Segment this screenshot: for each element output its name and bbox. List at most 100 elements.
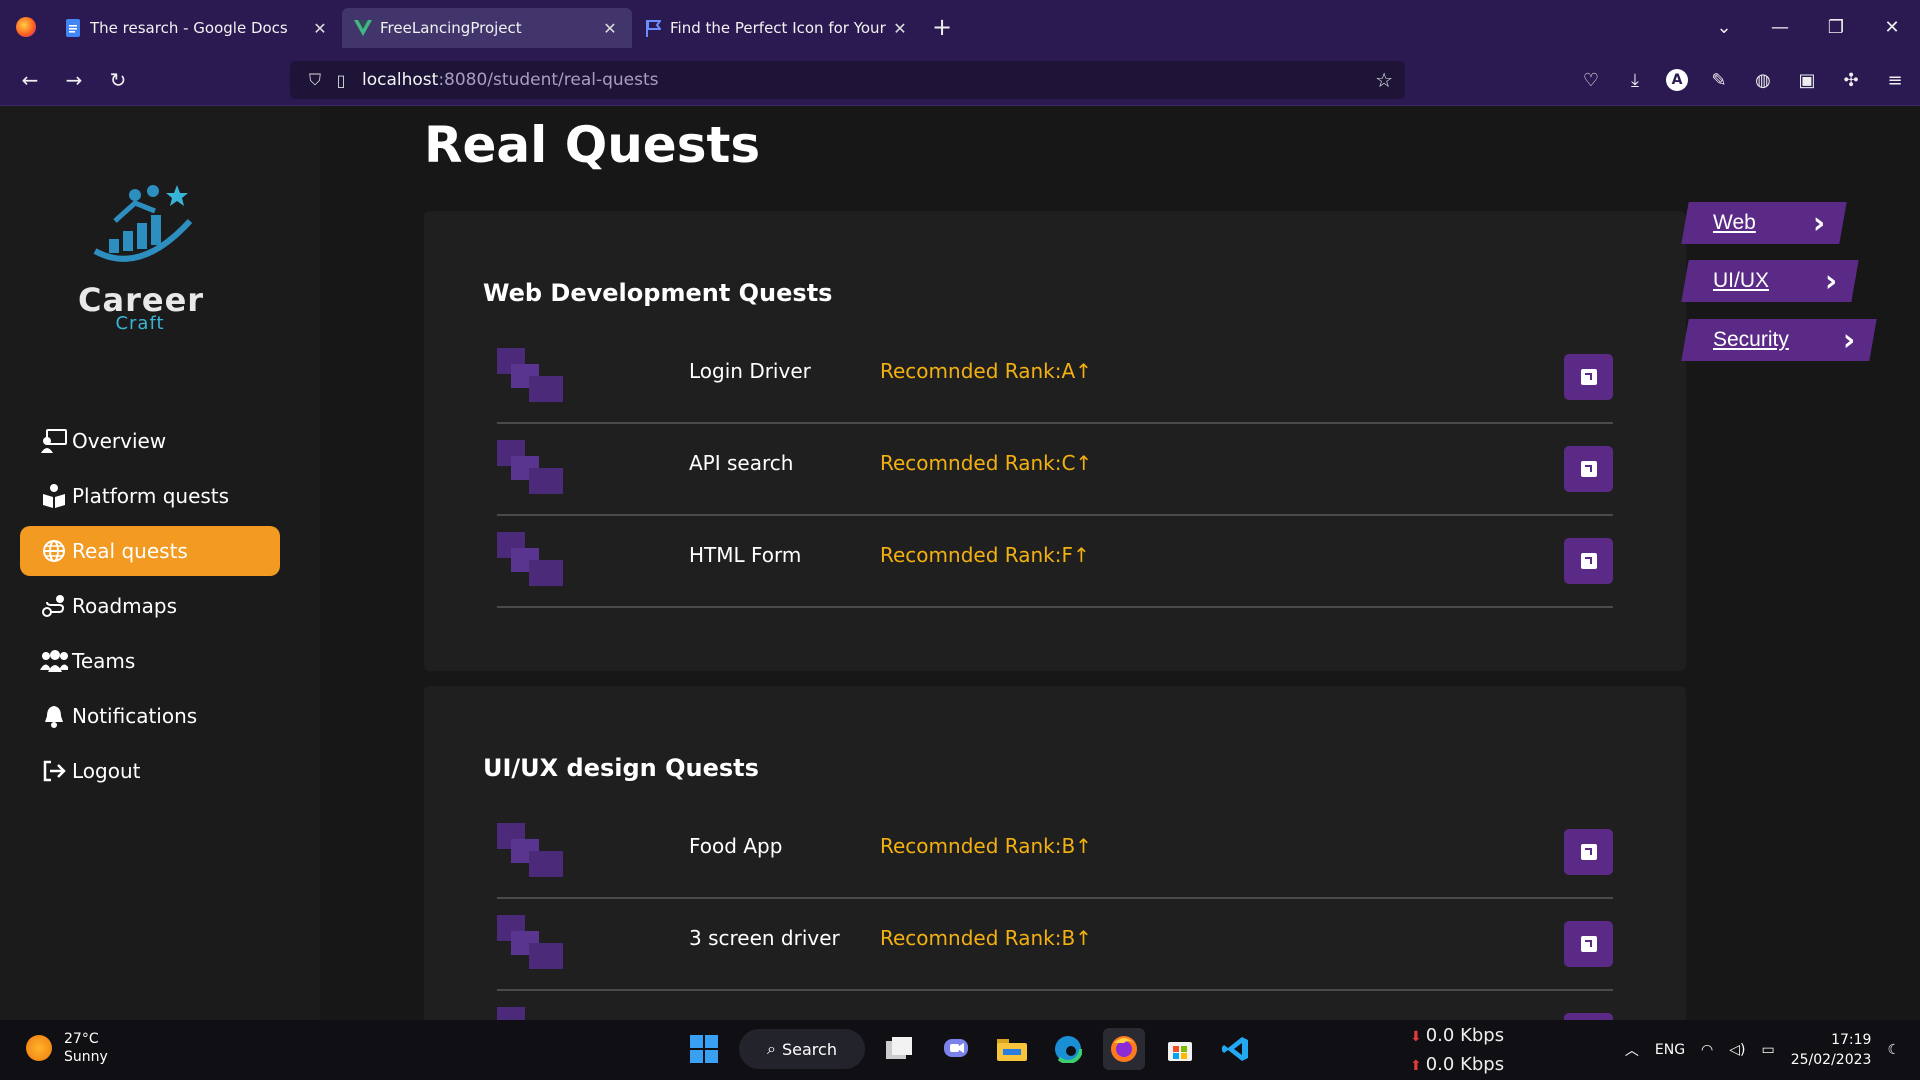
- download-icon[interactable]: ⤓: [1622, 67, 1648, 93]
- quest-name: Login Driver: [689, 359, 811, 383]
- reload-icon[interactable]: ↻: [96, 68, 140, 92]
- windows-taskbar: 27°C Sunny ⌕ Search ⬇ 0.0 Kbps ⬆ 0.0 Kbp…: [0, 1020, 1920, 1080]
- tab-google-docs[interactable]: The resarch - Google Docs ✕: [52, 8, 342, 48]
- pocket-icon[interactable]: ♡: [1578, 67, 1604, 93]
- color-picker-icon[interactable]: ✎: [1706, 67, 1732, 93]
- filter-security[interactable]: Security ›: [1681, 319, 1877, 361]
- wifi-icon[interactable]: ◠: [1701, 1042, 1713, 1058]
- upload-arrow-icon: ⬇: [1410, 1029, 1422, 1045]
- sidebar-item-label: Notifications: [72, 704, 198, 728]
- logo-graphic: [93, 185, 193, 262]
- section-card-uiux: UI/UX design Quests Food App Recomnded R…: [424, 686, 1686, 1020]
- weather-condition: Sunny: [64, 1049, 108, 1065]
- logout-icon: [40, 757, 68, 785]
- todo-extension-icon[interactable]: ▣: [1794, 67, 1820, 93]
- shield-icon[interactable]: ⛉: [302, 70, 328, 90]
- microsoft-store-icon[interactable]: [1159, 1028, 1201, 1070]
- firefox-menu-icon[interactable]: [0, 0, 52, 54]
- minimize-button[interactable]: —: [1752, 17, 1808, 38]
- open-quest-button[interactable]: [1564, 1013, 1613, 1020]
- network-speed: ⬇ 0.0 Kbps ⬆ 0.0 Kbps: [1410, 1022, 1504, 1080]
- account-avatar[interactable]: A: [1666, 69, 1688, 91]
- open-quest-button[interactable]: [1564, 829, 1613, 875]
- section-heading: UI/UX design Quests: [483, 754, 759, 782]
- url-host: localhost: [362, 70, 439, 90]
- page: Career Craft Overview Platform quests Re…: [0, 106, 1920, 1020]
- quest-rank: Recomnded Rank:B↑: [880, 926, 1092, 950]
- chevron-right-icon: ›: [1842, 322, 1855, 358]
- sidebar-item-platform-quests[interactable]: Platform quests: [20, 471, 280, 521]
- tab-label: FreeLancingProject: [380, 19, 522, 37]
- firefox-taskbar-icon[interactable]: [1103, 1028, 1145, 1070]
- extensions-icon[interactable]: ✣: [1838, 67, 1864, 93]
- filter-label: Security: [1713, 328, 1789, 351]
- sidebar-item-real-quests[interactable]: Real quests: [20, 526, 280, 576]
- close-icon[interactable]: ✕: [310, 19, 330, 38]
- section-heading: Web Development Quests: [483, 279, 833, 307]
- sidebar-item-logout[interactable]: Logout: [20, 746, 280, 796]
- book-reader-icon: [40, 482, 68, 510]
- tab-find-icon[interactable]: Find the Perfect Icon for Your Pr ✕: [632, 8, 922, 48]
- focus-moon-icon[interactable]: ☾: [1887, 1042, 1900, 1058]
- list-tabs-icon[interactable]: ⌄: [1696, 17, 1752, 38]
- upload-speed: 0.0 Kbps: [1425, 1025, 1505, 1046]
- quest-rank: Recomnded Rank:B↑: [880, 834, 1092, 858]
- table-row: Food App Recomnded Rank:B↑: [497, 807, 1613, 899]
- open-quest-button[interactable]: [1564, 354, 1613, 400]
- page-icon: ▯: [336, 70, 346, 90]
- tab-freelancing-project[interactable]: FreeLancingProject ✕: [342, 8, 632, 48]
- file-explorer-icon[interactable]: [991, 1028, 1033, 1070]
- battery-icon[interactable]: ▭: [1762, 1042, 1775, 1058]
- bookmark-star-icon[interactable]: ☆: [1375, 68, 1393, 92]
- clock-time: 17:19: [1831, 1032, 1872, 1048]
- vscode-icon[interactable]: [1215, 1028, 1257, 1070]
- hamburger-menu-icon[interactable]: ≡: [1882, 67, 1908, 93]
- close-icon[interactable]: ✕: [890, 19, 910, 38]
- career-craft-logo[interactable]: Career Craft: [78, 181, 203, 334]
- forward-icon[interactable]: →: [52, 68, 96, 92]
- open-quest-button[interactable]: [1564, 446, 1613, 492]
- back-icon[interactable]: ←: [8, 68, 52, 92]
- sidebar-item-roadmaps[interactable]: Roadmaps: [20, 581, 280, 631]
- weather-widget[interactable]: 27°C Sunny: [26, 1030, 108, 1066]
- puzzle-cube-icon: [497, 532, 563, 586]
- filter-uiux[interactable]: UI/UX ›: [1681, 260, 1859, 302]
- sidebar-item-label: Overview: [72, 429, 167, 453]
- globe-icon: [40, 537, 68, 565]
- address-bar[interactable]: ⛉ ▯ localhost:8080/student/real-quests ☆: [290, 61, 1405, 99]
- tab-label: The resarch - Google Docs: [90, 19, 288, 37]
- chalkboard-user-icon: [40, 427, 68, 455]
- restore-button[interactable]: ❐: [1808, 17, 1864, 38]
- sidebar-item-label: Roadmaps: [72, 594, 178, 618]
- table-row: HTML Form Recomnded Rank:F↑: [497, 516, 1613, 608]
- clock[interactable]: 17:19 25/02/2023: [1791, 1030, 1872, 1070]
- task-view-icon[interactable]: [879, 1028, 921, 1070]
- tab-label: Find the Perfect Icon for Your Pr: [670, 19, 890, 37]
- edge-browser-icon[interactable]: [1047, 1028, 1089, 1070]
- volume-icon[interactable]: ◁): [1729, 1042, 1745, 1058]
- open-quest-button[interactable]: [1564, 921, 1613, 967]
- open-quest-button[interactable]: [1564, 538, 1613, 584]
- teams-chat-icon[interactable]: [935, 1028, 977, 1070]
- quest-name: 3 screen driver: [689, 926, 840, 950]
- url-path: :8080/student/real-quests: [438, 70, 659, 90]
- language-indicator[interactable]: ENG: [1655, 1042, 1685, 1058]
- globe-extension-icon[interactable]: ◍: [1750, 67, 1776, 93]
- new-tab-button[interactable]: +: [922, 13, 962, 41]
- table-row: Login Driver Recomnded Rank:A↑: [497, 332, 1613, 424]
- bell-icon: [40, 702, 68, 730]
- close-window-button[interactable]: ✕: [1864, 17, 1920, 38]
- filter-web[interactable]: Web ›: [1681, 202, 1847, 244]
- download-speed: 0.0 Kbps: [1425, 1054, 1505, 1075]
- close-icon[interactable]: ✕: [600, 19, 620, 38]
- windows-start-icon[interactable]: [683, 1028, 725, 1070]
- chevron-up-icon[interactable]: ︿: [1625, 1040, 1639, 1060]
- table-row: 3 screen driver Recomnded Rank:B↑: [497, 899, 1613, 991]
- sidebar-item-teams[interactable]: Teams: [20, 636, 280, 686]
- taskbar-search[interactable]: ⌕ Search: [739, 1029, 865, 1069]
- section-card-web: Web Development Quests Login Driver Reco…: [424, 211, 1686, 671]
- sidebar-item-notifications[interactable]: Notifications: [20, 691, 280, 741]
- weather-temp: 27°C: [64, 1031, 99, 1047]
- sidebar-item-overview[interactable]: Overview: [20, 416, 280, 466]
- external-link-icon: [1580, 936, 1597, 952]
